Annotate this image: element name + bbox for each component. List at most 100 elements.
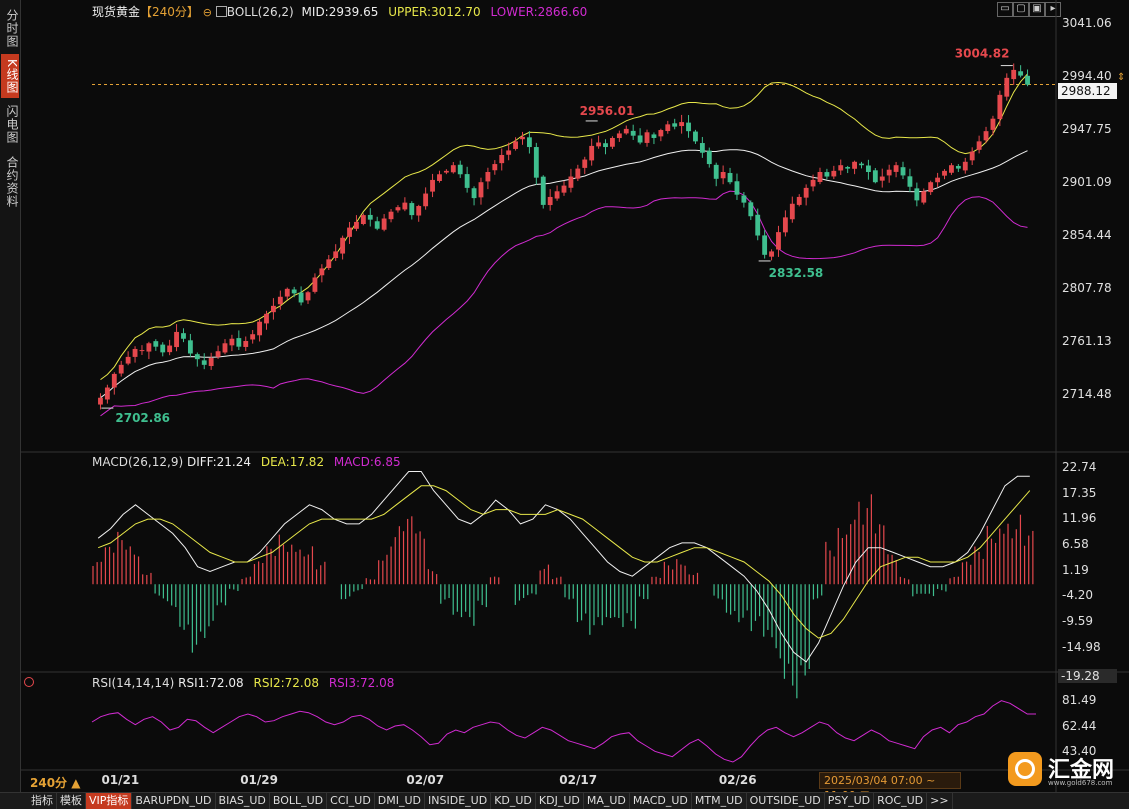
indicator-tab[interactable]: DMI_UD bbox=[375, 793, 426, 809]
candle-body bbox=[900, 167, 906, 176]
candle-body bbox=[430, 179, 435, 192]
candle-body bbox=[450, 165, 456, 173]
candle-body bbox=[513, 141, 518, 149]
candle-body bbox=[395, 207, 401, 211]
candle-body bbox=[526, 137, 532, 148]
indicator-tab[interactable]: BIAS_UD bbox=[216, 793, 270, 809]
indicator-tab[interactable]: MA_UD bbox=[584, 793, 630, 809]
macd-tick-label: 6.58 bbox=[1062, 536, 1089, 551]
candle-body bbox=[603, 143, 608, 148]
date-tick-label: 01/21 bbox=[101, 773, 140, 787]
candle-body bbox=[201, 360, 207, 365]
macd-label: MACD(26,12,9) bbox=[92, 455, 184, 469]
candle-body bbox=[852, 161, 857, 169]
candle-body bbox=[333, 251, 339, 259]
indicator-tab[interactable]: KDJ_UD bbox=[536, 793, 584, 809]
candle-body bbox=[727, 173, 733, 183]
candle-body bbox=[789, 203, 795, 220]
candle-body bbox=[865, 165, 871, 172]
annotation-label: 2702.86 bbox=[115, 411, 170, 425]
candle-body bbox=[347, 227, 352, 237]
candle-body bbox=[298, 292, 304, 303]
candle-body bbox=[658, 130, 664, 137]
date-tick-label: 02/26 bbox=[718, 773, 757, 787]
indicator-tab[interactable]: MACD_UD bbox=[630, 793, 692, 809]
date-tick-label: 01/29 bbox=[240, 773, 278, 787]
indicator-tab[interactable]: MTM_UD bbox=[692, 793, 747, 809]
macd-dea-line bbox=[98, 485, 1031, 639]
date-tick-label: 02/07 bbox=[406, 773, 445, 787]
candle-body bbox=[181, 333, 186, 339]
rsi-header: RSI(14,14,14) RSI1:72.08 RSI2:72.08 RSI3… bbox=[92, 676, 394, 690]
candle-body bbox=[409, 203, 415, 216]
candle-body bbox=[610, 137, 615, 147]
macd-header: MACD(26,12,9) DIFF:21.24 DEA:17.82 MACD:… bbox=[92, 455, 401, 469]
candle-body bbox=[693, 131, 698, 142]
candle-body bbox=[962, 161, 968, 171]
indicator-tab[interactable]: VIP指标 bbox=[86, 793, 133, 809]
scroll-arrow-icon[interactable]: ⇕ bbox=[1117, 73, 1125, 83]
candle-body bbox=[139, 350, 145, 352]
period-selector[interactable]: 240分 ▲ bbox=[30, 774, 80, 791]
candle-body bbox=[423, 193, 429, 207]
boll-lower-line bbox=[100, 190, 1028, 417]
candle-body bbox=[949, 165, 954, 173]
candle-body bbox=[769, 251, 774, 257]
indicator-tab[interactable]: 指标 bbox=[28, 793, 57, 809]
candle-body bbox=[208, 358, 214, 367]
candle-body bbox=[838, 165, 844, 171]
candle-body bbox=[630, 130, 636, 136]
candle-body bbox=[146, 343, 152, 352]
candle-body bbox=[845, 167, 851, 169]
rsi-marker-icon[interactable] bbox=[24, 677, 34, 687]
candle-body bbox=[104, 387, 110, 400]
candle-body bbox=[271, 305, 276, 313]
candle-body bbox=[561, 185, 567, 193]
price-tick-label: 2854.44 bbox=[1062, 228, 1112, 243]
indicator-tab[interactable]: ROC_UD bbox=[874, 793, 928, 809]
candle-body bbox=[776, 232, 781, 250]
candle-body bbox=[1004, 77, 1010, 97]
candle-body bbox=[457, 164, 463, 175]
indicator-tab[interactable]: 模板 bbox=[57, 793, 86, 809]
indicator-tab[interactable]: KD_UD bbox=[491, 793, 536, 809]
candle-body bbox=[589, 145, 595, 161]
candle-body bbox=[291, 289, 297, 294]
candle-body bbox=[1011, 69, 1017, 80]
indicator-tab[interactable]: >> bbox=[927, 793, 953, 809]
candle-body bbox=[194, 354, 200, 360]
candle-body bbox=[340, 237, 346, 254]
candle-body bbox=[755, 214, 761, 236]
candle-body bbox=[762, 235, 768, 255]
indicator-tab[interactable]: INSIDE_UD bbox=[425, 793, 492, 809]
candle-body bbox=[796, 196, 802, 205]
candle-body bbox=[699, 143, 705, 153]
candle-body bbox=[997, 94, 1003, 119]
macd-diff-line bbox=[97, 471, 1030, 663]
indicator-tab[interactable]: CCI_UD bbox=[327, 793, 375, 809]
macd-tick-label: -9.59 bbox=[1062, 613, 1094, 628]
rsi-tick-label: 62.44 bbox=[1062, 718, 1097, 733]
candle-body bbox=[935, 177, 941, 183]
indicator-tab[interactable]: BARUPDN_UD bbox=[132, 793, 216, 809]
candlestick-chart[interactable]: 2702.86 2956.01 2832.58 3004.82 bbox=[0, 0, 1129, 792]
macd-tick-label: 17.35 bbox=[1062, 485, 1097, 500]
candle-body bbox=[568, 176, 574, 188]
candle-body bbox=[907, 176, 913, 187]
candle-body bbox=[160, 344, 166, 353]
candle-body bbox=[257, 321, 263, 336]
price-tick-label: 3041.06 bbox=[1062, 16, 1112, 31]
indicator-tab[interactable]: OUTSIDE_UD bbox=[747, 793, 825, 809]
candle-body bbox=[284, 288, 290, 297]
candle-body bbox=[824, 172, 830, 177]
indicator-tab[interactable]: BOLL_UD bbox=[270, 793, 328, 809]
indicator-tab[interactable]: PSY_UD bbox=[825, 793, 875, 809]
candle-body bbox=[132, 348, 138, 357]
macd-dea: DEA:17.82 bbox=[260, 455, 325, 469]
candle-body bbox=[471, 188, 477, 199]
candle-body bbox=[305, 292, 311, 301]
candle-body bbox=[443, 170, 449, 173]
indicator-tab-bar: 指标 模板 VIP指标 BARUPDN_UD BIAS_UD BOLL_UD CCI_UD D… bbox=[0, 792, 1129, 809]
candle-body bbox=[277, 296, 283, 305]
candle-body bbox=[679, 122, 685, 127]
